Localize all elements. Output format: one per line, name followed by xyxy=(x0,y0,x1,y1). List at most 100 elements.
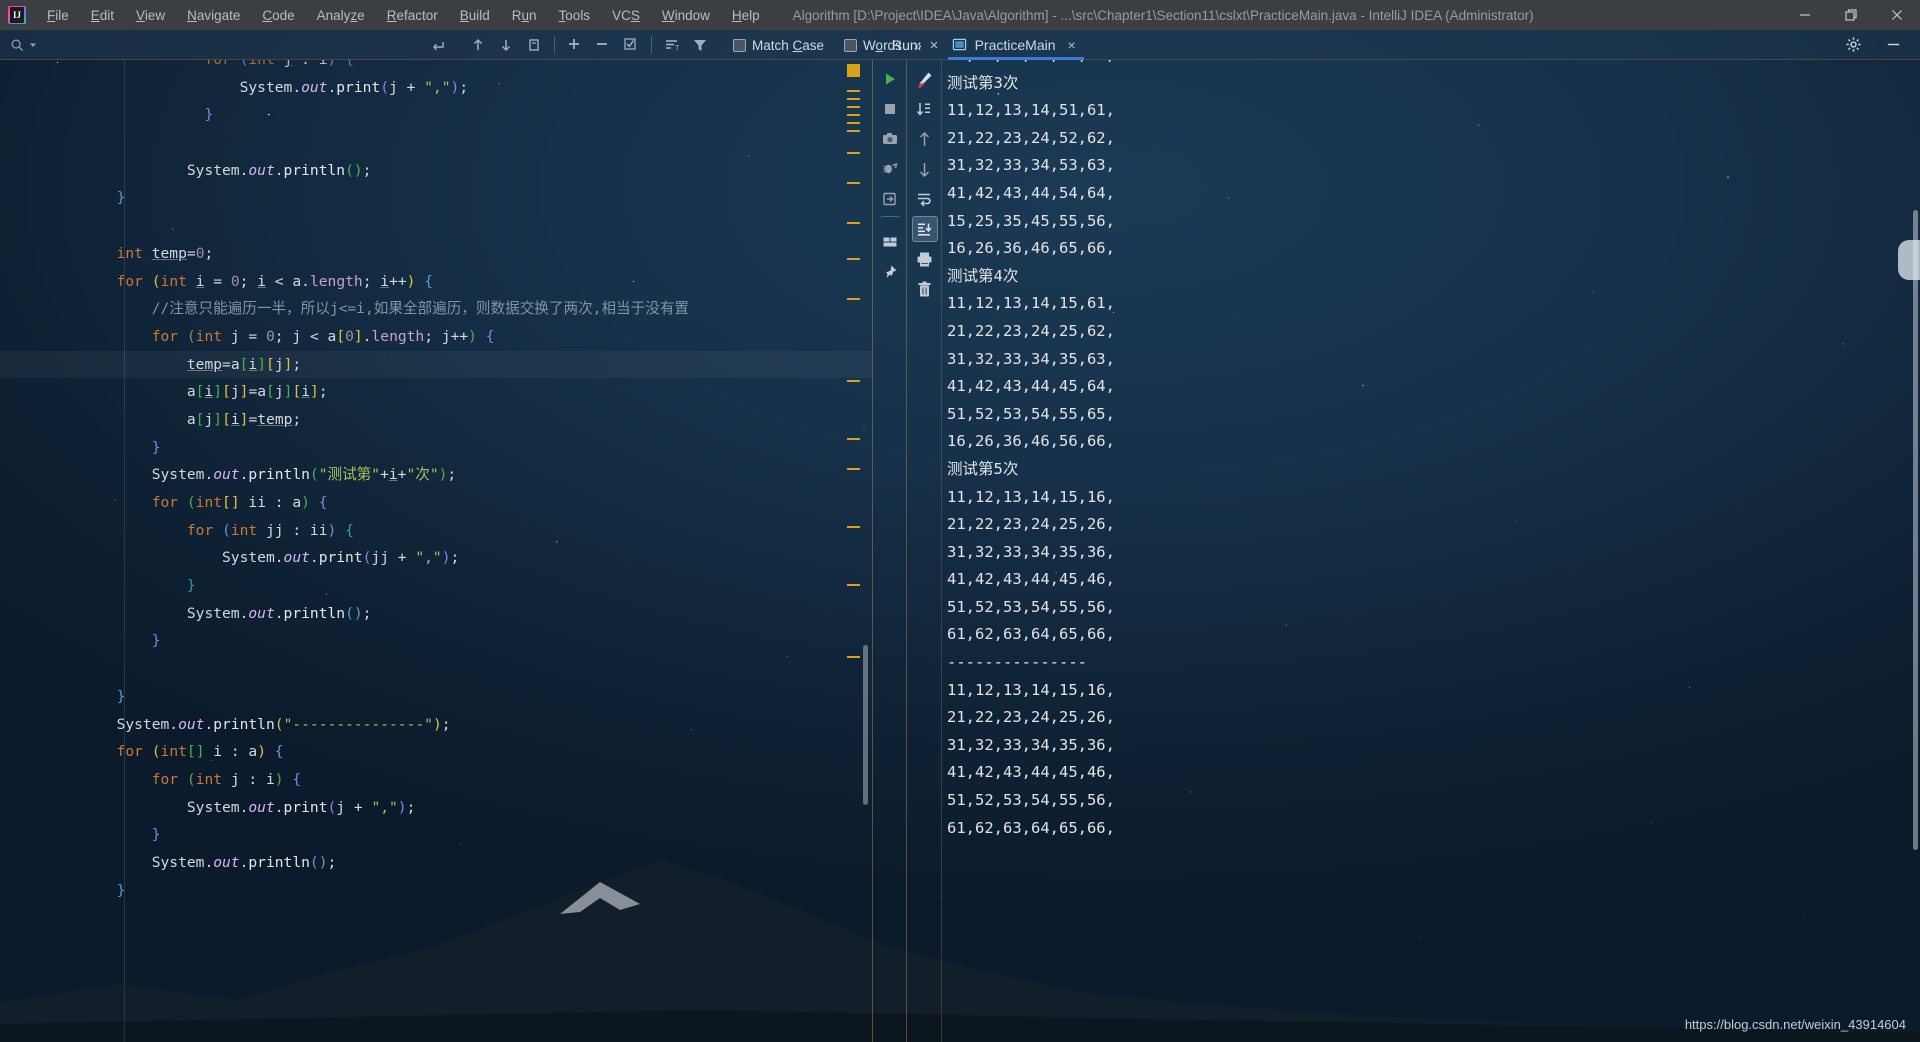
stop-icon[interactable] xyxy=(877,96,903,122)
select-all-occurrences-icon[interactable] xyxy=(618,32,644,58)
code-line[interactable]: //注意只能遍历一半，所以j<=i,如果全部遍历，则数据交换了两次,相当于没有置 xyxy=(0,295,872,323)
menu-item-view[interactable]: View xyxy=(125,4,176,27)
code-line[interactable]: temp=a[i][j]; xyxy=(0,350,872,379)
scroll-to-end-icon[interactable] xyxy=(911,216,938,242)
toolwindow-stripe-handle[interactable] xyxy=(1898,240,1920,280)
code-line[interactable]: } xyxy=(0,627,872,655)
add-occurrence-icon[interactable] xyxy=(562,32,588,58)
marker-line[interactable] xyxy=(847,152,860,154)
code-line[interactable]: System.out.print(j + ","); xyxy=(0,74,872,102)
code-line[interactable] xyxy=(0,212,872,240)
marker-line[interactable] xyxy=(847,468,860,470)
sort-icon[interactable] xyxy=(912,96,938,122)
close-button[interactable] xyxy=(1874,0,1920,30)
words-box[interactable] xyxy=(844,38,858,52)
run-tab-practicemain[interactable]: PracticeMain × xyxy=(947,30,1084,60)
rerun-icon[interactable] xyxy=(877,66,903,92)
marker-line[interactable] xyxy=(847,380,860,382)
marker-warning[interactable] xyxy=(847,64,860,77)
marker-line[interactable] xyxy=(847,656,860,658)
find-next-icon[interactable] xyxy=(493,32,519,58)
minimize-button[interactable] xyxy=(1782,0,1828,30)
code-line[interactable]: for (int j : i) { xyxy=(0,60,872,74)
menu-item-file[interactable]: File xyxy=(36,4,80,27)
code-line[interactable]: } xyxy=(0,184,872,212)
down-icon[interactable] xyxy=(912,156,938,182)
marker-line[interactable] xyxy=(847,122,860,124)
code-line[interactable]: } xyxy=(0,877,872,905)
layout-icon[interactable] xyxy=(877,229,903,255)
console-scrollbar[interactable] xyxy=(1913,210,1918,850)
code-line[interactable] xyxy=(0,129,872,157)
run-toolbar-secondary[interactable] xyxy=(908,60,942,1042)
words-checkbox[interactable]: Words xyxy=(844,38,902,53)
marker-line[interactable] xyxy=(847,98,860,100)
menu-item-run[interactable]: Run xyxy=(501,4,548,27)
marker-line[interactable] xyxy=(847,258,860,260)
maximize-button[interactable] xyxy=(1828,0,1874,30)
filter-lines-icon[interactable]: T xyxy=(659,32,685,58)
marker-line[interactable] xyxy=(847,130,860,132)
code-line[interactable]: } xyxy=(0,683,872,711)
code-line[interactable]: System.out.println(); xyxy=(0,157,872,185)
code-line[interactable]: for (int[] i : a) { xyxy=(0,738,872,766)
window-controls[interactable] xyxy=(1782,0,1920,30)
menu-item-vcs[interactable]: VCS xyxy=(601,4,651,27)
code-line[interactable]: System.out.println(); xyxy=(0,849,872,877)
code-line[interactable]: } xyxy=(0,101,872,129)
code-line[interactable]: int temp=0; xyxy=(0,240,872,268)
menu-bar[interactable]: File Edit View Navigate Code Analyze Ref… xyxy=(36,4,771,27)
code-line[interactable]: } xyxy=(0,821,872,849)
find-previous-icon[interactable] xyxy=(465,32,491,58)
marker-line[interactable] xyxy=(847,438,860,440)
menu-item-analyze[interactable]: Analyze xyxy=(306,4,376,27)
console-output[interactable]: 15,25,35,45,55,56, 测试第3次 11,12,13,14,51,61… xyxy=(943,60,1920,1042)
chevron-down-icon[interactable] xyxy=(29,41,37,49)
marker-line[interactable] xyxy=(847,182,860,184)
code-line[interactable]: for (int j : i) { xyxy=(0,766,872,794)
print-icon[interactable] xyxy=(912,246,938,272)
clear-all-icon[interactable] xyxy=(912,276,938,302)
menu-item-build[interactable]: Build xyxy=(449,4,501,27)
up-icon[interactable] xyxy=(912,126,938,152)
close-find-button[interactable]: × xyxy=(930,37,939,54)
marker-line[interactable] xyxy=(847,222,860,224)
marker-line[interactable] xyxy=(847,90,860,92)
code-line[interactable] xyxy=(0,655,872,683)
code-line[interactable]: System.out.println("测试第"+i+"次"); xyxy=(0,461,872,489)
code-line[interactable]: } xyxy=(0,572,872,600)
editor-marker-column[interactable] xyxy=(846,60,860,1042)
filter-icon[interactable] xyxy=(687,32,713,58)
code-line[interactable]: a[j][i]=temp; xyxy=(0,406,872,434)
soft-wrap-icon[interactable] xyxy=(912,186,938,212)
edit-configuration-icon[interactable] xyxy=(912,66,938,92)
marker-line[interactable] xyxy=(847,298,860,300)
code-line[interactable]: System.out.print(j + ","); xyxy=(0,794,872,822)
editor-scrollbar[interactable] xyxy=(863,645,868,805)
code-line[interactable]: for (int j = 0; j < a[0].length; j++) { xyxy=(0,323,872,351)
code-line[interactable]: for (int[] ii : a) { xyxy=(0,489,872,517)
code-line[interactable]: System.out.println("---------------"); xyxy=(0,711,872,739)
debug-icon[interactable] xyxy=(877,156,903,182)
screenshot-icon[interactable] xyxy=(877,126,903,152)
code-line[interactable]: a[i][j]=a[j][i]; xyxy=(0,378,872,406)
menu-item-edit[interactable]: Edit xyxy=(80,4,125,27)
select-in-editor-icon[interactable] xyxy=(521,32,547,58)
code-line[interactable]: for (int i = 0; i < a.length; i++) { xyxy=(0,268,872,296)
code-line[interactable]: for (int jj : ii) { xyxy=(0,517,872,545)
pin-icon[interactable] xyxy=(877,259,903,285)
marker-line[interactable] xyxy=(847,114,860,116)
export-icon[interactable] xyxy=(877,186,903,212)
marker-line[interactable] xyxy=(847,584,860,586)
more-options-button[interactable]: » xyxy=(914,37,922,53)
reset-search-icon[interactable] xyxy=(425,32,451,58)
marker-line[interactable] xyxy=(847,526,860,528)
menu-item-tools[interactable]: Tools xyxy=(548,4,602,27)
menu-item-help[interactable]: Help xyxy=(721,4,771,27)
menu-item-refactor[interactable]: Refactor xyxy=(376,4,449,27)
code-line[interactable]: } xyxy=(0,434,872,462)
code-line[interactable]: System.out.println(); xyxy=(0,600,872,628)
match-case-checkbox[interactable]: Match Case xyxy=(733,38,824,53)
code-lines[interactable]: for (int j : i) { System.out.print(j + "… xyxy=(0,60,872,904)
hide-toolwindow-icon[interactable] xyxy=(1880,32,1906,58)
